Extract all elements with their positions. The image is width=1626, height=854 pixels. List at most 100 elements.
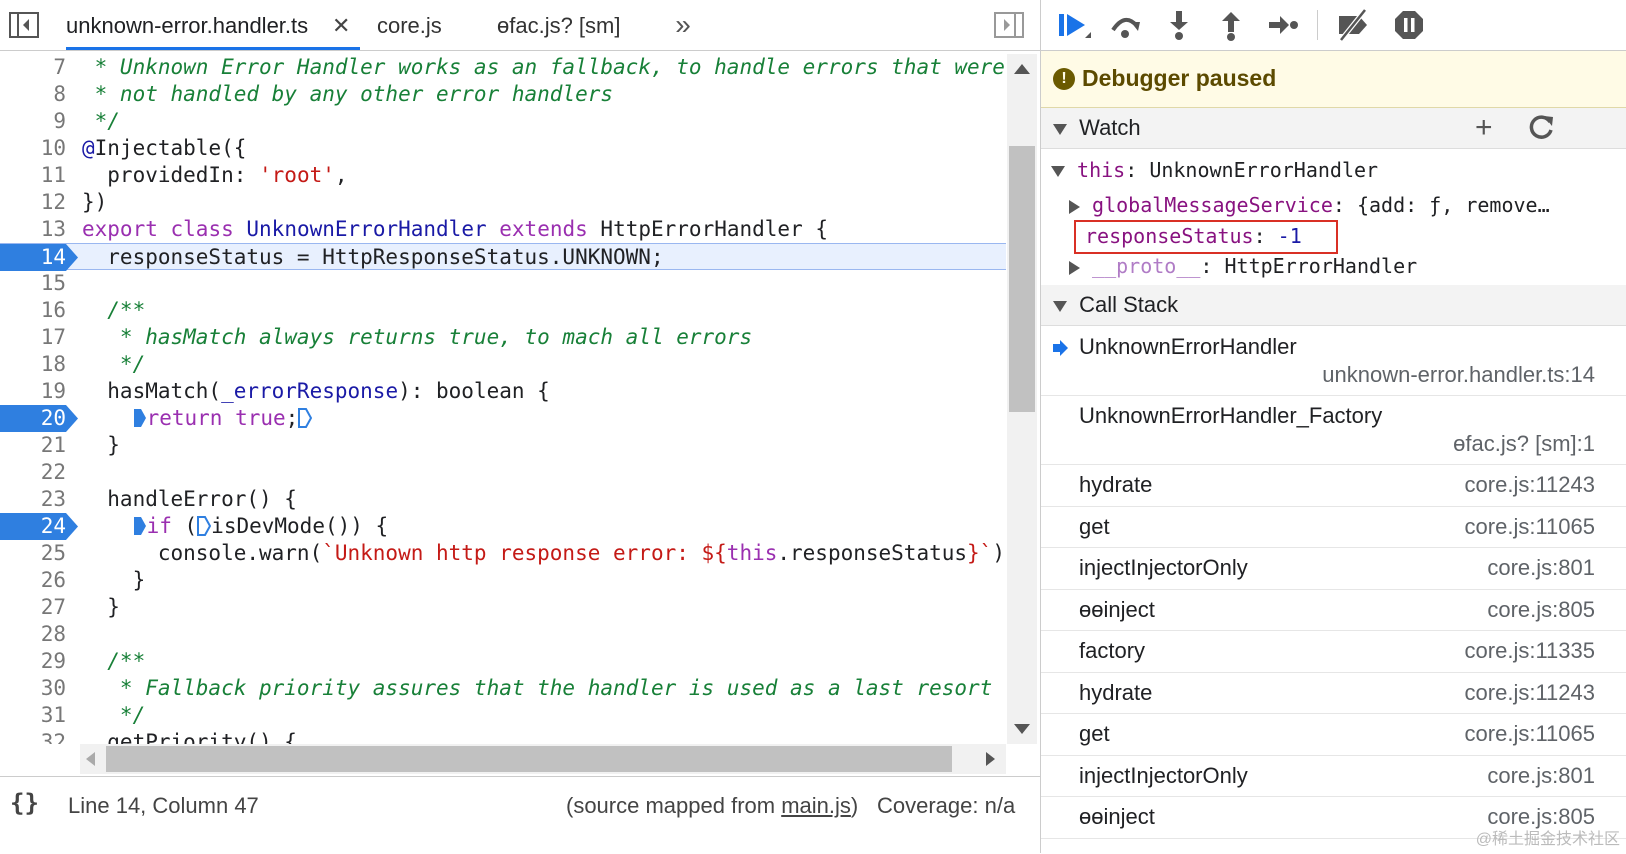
toggle-navigator-icon[interactable] [8,10,40,40]
line-number[interactable]: 25 [0,540,66,567]
line-number[interactable]: 21 [0,432,66,459]
code-line[interactable]: 16 /** [0,297,1006,324]
line-number[interactable]: 23 [0,486,66,513]
add-expression-icon[interactable]: + [1475,108,1493,148]
line-number[interactable]: 32 [0,729,66,744]
scroll-down-arrow-icon[interactable] [1014,724,1030,734]
frame-location[interactable]: core.js:11243 [1465,472,1595,498]
line-number[interactable]: 12 [0,189,66,216]
line-number[interactable]: 16 [0,297,66,324]
code-line[interactable]: 22 [0,459,1006,486]
code-line[interactable]: 29 /** [0,648,1006,675]
source-map-link[interactable]: main.js [781,793,851,818]
code-line[interactable]: 19 hasMatch(_errorResponse): boolean { [0,378,1006,405]
code-line[interactable]: 12}) [0,189,1006,216]
more-tabs-chevron-icon[interactable]: » [668,9,698,40]
watch-prop-responsestatus[interactable]: responseStatus: -1 [1085,224,1302,248]
line-number[interactable]: 17 [0,324,66,351]
breakpoint-line-number[interactable]: 24 [0,513,78,540]
code-line[interactable]: 18 */ [0,351,1006,378]
line-number[interactable]: 15 [0,270,66,297]
frame-location[interactable]: core.js:11065 [1465,514,1595,540]
watch-prop-globalmessageservice[interactable]: globalMessageService: {add: ƒ, remove… [1069,193,1550,217]
frame-location[interactable]: core.js:11065 [1465,721,1595,747]
code-line[interactable]: 14 responseStatus = HttpResponseStatus.U… [0,243,1006,271]
line-number[interactable]: 29 [0,648,66,675]
watch-section-header[interactable]: Watch + [1041,108,1626,149]
vertical-scrollbar[interactable] [1007,54,1037,744]
step-button[interactable] [1265,8,1301,42]
code-line[interactable]: 7 * Unknown Error Handler works as an fa… [0,54,1006,81]
pause-on-exceptions-button[interactable] [1391,8,1427,42]
callstack-frame[interactable]: UnknownErrorHandler unknown-error.handler… [1041,326,1626,396]
code-line[interactable]: 24 if (isDevMode()) { [0,513,1006,540]
code-line[interactable]: 11 providedIn: 'root', [0,162,1006,189]
code-line[interactable]: 20 return true; [0,405,1006,432]
watch-root-this[interactable]: this: UnknownErrorHandler [1051,158,1378,182]
breakpoint-line-number[interactable]: 14 [0,244,78,271]
frame-location[interactable]: ɵfac.js? [sm]:1 [1453,431,1595,457]
code-line[interactable]: 17 * hasMatch always returns true, to ma… [0,324,1006,351]
code-view[interactable]: 7 * Unknown Error Handler works as an fa… [0,54,1006,744]
tab-fac-js[interactable]: ɵfac.js? [sm] [497,0,620,50]
step-over-button[interactable] [1107,8,1143,42]
frame-location[interactable]: core.js:801 [1487,763,1595,789]
line-number[interactable]: 26 [0,567,66,594]
callstack-frame[interactable]: factory core.js:11335 [1041,630,1626,673]
toggle-debugger-sidebar-icon[interactable] [993,10,1025,40]
frame-location[interactable]: core.js:801 [1487,555,1595,581]
line-number[interactable]: 30 [0,675,66,702]
line-number[interactable]: 28 [0,621,66,648]
step-into-button[interactable] [1161,8,1197,42]
code-line[interactable]: 13 export class UnknownErrorHandler exten… [0,216,1006,243]
horizontal-scrollbar[interactable] [80,744,1006,774]
horizontal-scroll-thumb[interactable] [106,746,952,772]
frame-location[interactable]: core.js:11335 [1465,638,1595,664]
scroll-up-arrow-icon[interactable] [1014,64,1030,74]
callstack-frame[interactable]: hydrate core.js:11243 [1041,672,1626,714]
callstack-frame[interactable]: hydrate core.js:11243 [1041,464,1626,507]
step-out-button[interactable] [1213,8,1249,42]
code-line[interactable]: 9 */ [0,108,1006,135]
frame-location[interactable]: unknown-error.handler.ts:14 [1322,362,1595,388]
callstack-frame[interactable]: injectInjectorOnly core.js:801 [1041,547,1626,590]
breakpoint-line-number[interactable]: 20 [0,405,78,432]
code-line[interactable]: 32 getPriority() { [0,729,1006,744]
code-line[interactable]: 30 * Fallback priority assures that the … [0,675,1006,702]
tab-unknown-error-handler[interactable]: unknown-error.handler.ts ✕ [66,0,360,50]
refresh-icon[interactable] [1527,114,1555,155]
callstack-section-header[interactable]: Call Stack [1041,285,1626,326]
line-number[interactable]: 31 [0,702,66,729]
line-number[interactable]: 8 [0,81,66,108]
watch-prop-proto[interactable]: __proto__: HttpErrorHandler [1069,254,1417,278]
line-number[interactable]: 19 [0,378,66,405]
deactivate-breakpoints-button[interactable] [1335,8,1371,42]
tab-core-js[interactable]: core.js [377,0,442,50]
code-line[interactable]: 27 } [0,594,1006,621]
close-tab-icon[interactable]: ✕ [332,0,350,52]
line-number[interactable]: 18 [0,351,66,378]
vertical-scroll-thumb[interactable] [1009,146,1035,412]
callstack-frame[interactable]: ɵɵinject core.js:805 [1041,589,1626,631]
code-line[interactable]: 8 * not handled by any other error handl… [0,81,1006,108]
line-number[interactable]: 27 [0,594,66,621]
code-line[interactable]: 28 [0,621,1006,648]
resume-button[interactable] [1055,8,1091,42]
line-number[interactable]: 22 [0,459,66,486]
code-line[interactable]: 23 handleError() { [0,486,1006,513]
code-line[interactable]: 10 @Injectable({ [0,135,1006,162]
line-number[interactable]: 7 [0,54,66,81]
frame-location[interactable]: core.js:805 [1487,597,1595,623]
code-line[interactable]: 25 console.warn(`Unknown http response e… [0,540,1006,567]
line-number[interactable]: 9 [0,108,66,135]
callstack-frame[interactable]: injectInjectorOnly core.js:801 [1041,755,1626,797]
line-number[interactable]: 10 [0,135,66,162]
code-line[interactable]: 15 [0,270,1006,297]
scroll-right-arrow-icon[interactable] [986,752,995,766]
callstack-frame[interactable]: get core.js:11065 [1041,506,1626,548]
code-line[interactable]: 26 } [0,567,1006,594]
frame-location[interactable]: core.js:11243 [1465,680,1595,706]
code-line[interactable]: 31 */ [0,702,1006,729]
line-number[interactable]: 13 [0,216,66,243]
callstack-frame[interactable]: UnknownErrorHandler_Factory ɵfac.js? [sm]… [1041,395,1626,465]
